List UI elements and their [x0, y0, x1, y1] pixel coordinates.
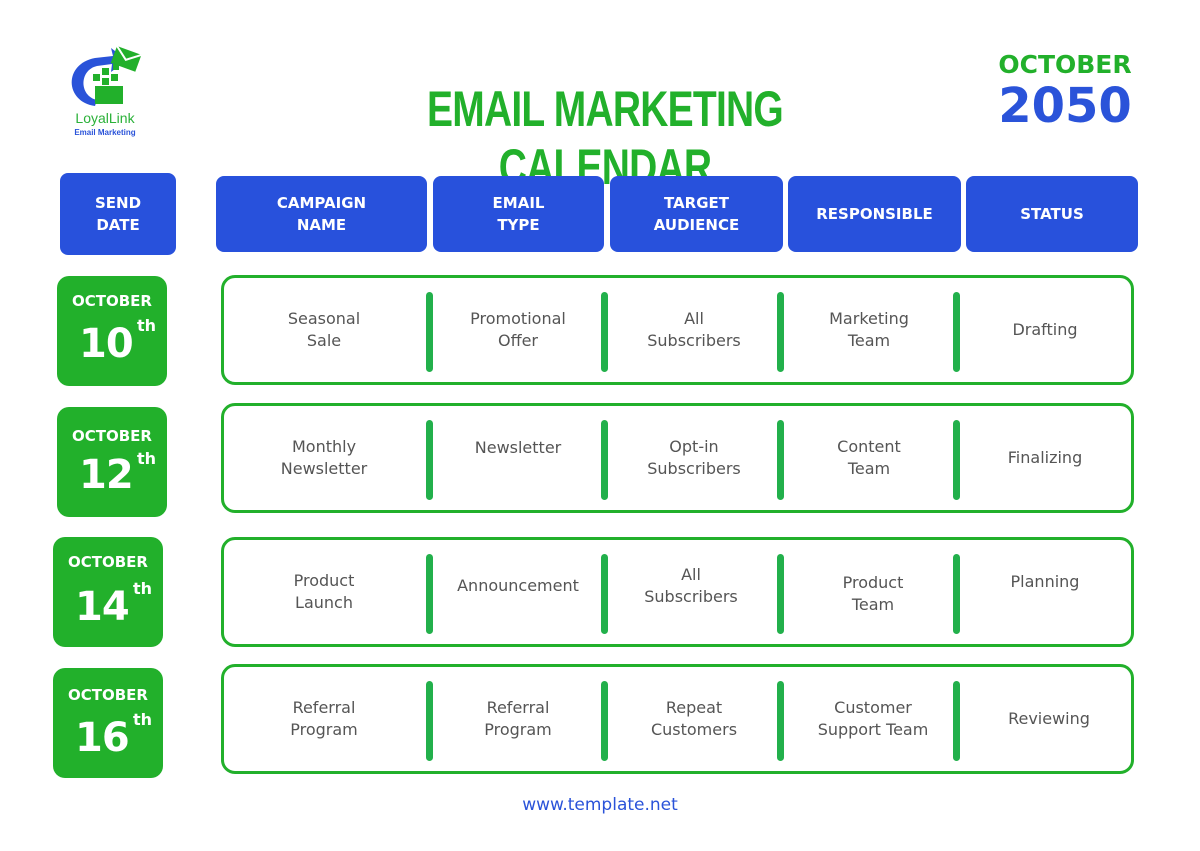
- logo-name: LoyalLink: [75, 110, 135, 126]
- date-month: OCTOBER: [68, 553, 148, 571]
- header-month: OCTOBER: [998, 50, 1132, 79]
- date-badge: OCTOBER 16 th: [53, 668, 163, 778]
- date-month: OCTOBER: [68, 686, 148, 704]
- cell-campaign-name: Product Launch: [293, 571, 355, 612]
- cell-email-type: Promotional Offer: [470, 309, 566, 350]
- cell-target-audience: All Subscribers: [644, 565, 738, 606]
- date-month: OCTOBER: [72, 292, 152, 310]
- table-row: Monthly Newsletter Newsletter Opt-in Sub…: [221, 403, 1134, 513]
- cell-target-audience: All Subscribers: [647, 309, 741, 350]
- cell-target-audience: Repeat Customers: [650, 698, 738, 739]
- column-divider: [953, 554, 960, 634]
- column-header-campaign-name: CAMPAIGN NAME: [216, 176, 427, 252]
- column-header-send-date: SEND DATE: [60, 173, 176, 255]
- brand-logo: LoyalLink Email Marketing: [55, 44, 155, 144]
- cell-campaign-name: Monthly Newsletter: [280, 437, 368, 478]
- column-divider: [953, 420, 960, 500]
- column-divider: [601, 681, 608, 761]
- logo-tagline: Email Marketing: [74, 128, 136, 137]
- date-day: 12: [79, 452, 134, 498]
- column-header-responsible: RESPONSIBLE: [788, 176, 961, 252]
- column-divider: [777, 554, 784, 634]
- table-row: Product Launch Announcement All Subscrib…: [221, 537, 1134, 647]
- date-suffix: th: [137, 316, 157, 335]
- column-divider: [953, 681, 960, 761]
- column-divider: [601, 420, 608, 500]
- footer-url[interactable]: www.template.net: [420, 795, 780, 815]
- column-divider: [777, 292, 784, 372]
- cell-responsible: Marketing Team: [829, 309, 909, 350]
- column-divider: [777, 420, 784, 500]
- date-badge: OCTOBER 14 th: [53, 537, 163, 647]
- date-suffix: th: [133, 579, 153, 598]
- column-divider: [426, 554, 433, 634]
- cell-email-type: Referral Program: [484, 698, 552, 739]
- column-divider: [426, 420, 433, 500]
- date-suffix: th: [137, 449, 157, 468]
- column-header-email-type: EMAIL TYPE: [433, 176, 604, 252]
- date-month: OCTOBER: [72, 427, 152, 445]
- cell-status: Planning: [1010, 572, 1080, 591]
- column-divider: [601, 292, 608, 372]
- table-row: Referral Program Referral Program Repeat…: [221, 664, 1134, 774]
- column-divider: [777, 681, 784, 761]
- email-arrow-icon: [71, 45, 142, 106]
- date-day: 14: [75, 584, 130, 630]
- date-badge: OCTOBER 12 th: [57, 407, 167, 517]
- cell-responsible: Content Team: [837, 437, 901, 478]
- cell-responsible: Product Team: [842, 573, 904, 614]
- cell-email-type: Announcement: [457, 576, 579, 595]
- column-header-status: STATUS: [966, 176, 1138, 252]
- date-suffix: th: [133, 710, 153, 729]
- cell-status: Drafting: [1012, 320, 1078, 339]
- cell-email-type: Newsletter: [474, 438, 562, 457]
- cell-status: Reviewing: [1008, 709, 1090, 728]
- table-row: Seasonal Sale Promotional Offer All Subs…: [221, 275, 1134, 385]
- column-divider: [953, 292, 960, 372]
- column-header-target-audience: TARGET AUDIENCE: [610, 176, 783, 252]
- cell-status: Finalizing: [1007, 448, 1083, 467]
- date-day: 10: [79, 321, 134, 367]
- date-day: 16: [75, 715, 130, 761]
- cell-campaign-name: Seasonal Sale: [287, 309, 361, 350]
- column-divider: [426, 292, 433, 372]
- cell-campaign-name: Referral Program: [290, 698, 358, 739]
- date-badge: OCTOBER 10 th: [57, 276, 167, 386]
- cell-responsible: Customer Support Team: [817, 698, 929, 739]
- cell-target-audience: Opt-in Subscribers: [647, 437, 741, 478]
- header-year: 2050: [998, 78, 1132, 134]
- column-divider: [426, 681, 433, 761]
